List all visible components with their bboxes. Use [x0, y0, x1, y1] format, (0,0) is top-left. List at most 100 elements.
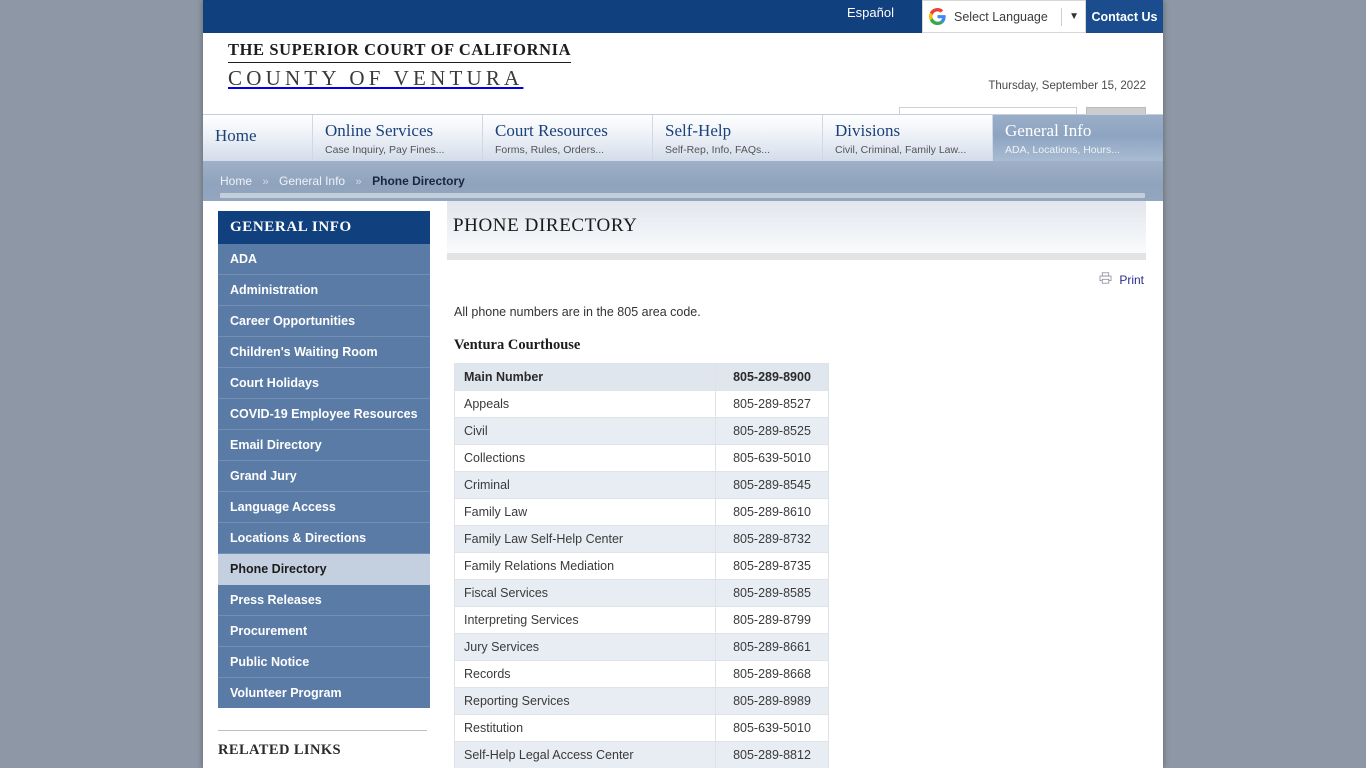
breadcrumb-rule [220, 193, 1145, 198]
table-cell-number: 805-639-5010 [715, 714, 829, 742]
table-row: Main Number 805-289-8900 [454, 363, 829, 391]
logo-line-1: THE SUPERIOR COURT OF CALIFORNIA [228, 40, 572, 63]
sidebar: GENERAL INFO ADA Administration Career O… [203, 201, 430, 768]
table-cell-number: 805-289-8585 [715, 579, 829, 607]
table-cell-number: 805-289-8812 [715, 741, 829, 768]
nav-title: Court Resources [495, 121, 608, 140]
page-title: PHONE DIRECTORY [453, 215, 638, 236]
nav-item-online-services[interactable]: Online Services Case Inquiry, Pay Fines.… [313, 115, 483, 161]
nav-subtitle: ADA, Locations, Hours... [1005, 144, 1120, 156]
sidebar-item-phone-directory[interactable]: Phone Directory [218, 554, 430, 585]
nav-item-self-help[interactable]: Self-Help Self-Rep, Info, FAQs... [653, 115, 823, 161]
table-row: Reporting Services 805-289-8989 [454, 687, 829, 715]
table-row: Fiscal Services 805-289-8585 [454, 579, 829, 607]
breadcrumb-separator: » [262, 176, 269, 188]
table-row: Family Relations Mediation 805-289-8735 [454, 552, 829, 580]
related-links-heading: RELATED LINKS [218, 730, 427, 768]
select-language-label: Select Language [954, 9, 1048, 24]
nav-title: General Info [1005, 121, 1092, 140]
title-divider [447, 253, 1146, 260]
table-row: Interpreting Services 805-289-8799 [454, 606, 829, 634]
nav-title: Divisions [835, 121, 901, 140]
nav-subtitle: Self-Rep, Info, FAQs... [665, 144, 771, 156]
sidebar-item-public-notice[interactable]: Public Notice [218, 647, 430, 678]
nav-title: Home [215, 126, 257, 145]
table-cell-label: Civil [454, 417, 716, 445]
table-cell-label: Interpreting Services [454, 606, 716, 634]
table-row: Civil 805-289-8525 [454, 417, 829, 445]
table-cell-label: Main Number [454, 363, 716, 391]
sidebar-item-language-access[interactable]: Language Access [218, 492, 430, 523]
sidebar-item-grand-jury[interactable]: Grand Jury [218, 461, 430, 492]
nav-item-divisions[interactable]: Divisions Civil, Criminal, Family Law... [823, 115, 993, 161]
table-cell-number: 805-289-8661 [715, 633, 829, 661]
table-row: Jury Services 805-289-8661 [454, 633, 829, 661]
table-cell-label: Collections [454, 444, 716, 472]
table-cell-label: Reporting Services [454, 687, 716, 715]
contact-us-button[interactable]: Contact Us [1086, 0, 1163, 33]
table-cell-number: 805-289-8989 [715, 687, 829, 715]
nav-item-court-resources[interactable]: Court Resources Forms, Rules, Orders... [483, 115, 653, 161]
sidebar-item-press-releases[interactable]: Press Releases [218, 585, 430, 616]
intro-text: All phone numbers are in the 805 area co… [454, 305, 701, 319]
nav-subtitle: Civil, Criminal, Family Law... [835, 144, 967, 156]
section-heading-ventura-courthouse: Ventura Courthouse [454, 337, 581, 353]
table-cell-number: 805-639-5010 [715, 444, 829, 472]
nav-subtitle: Forms, Rules, Orders... [495, 144, 605, 156]
divider [1061, 7, 1063, 26]
table-row: Records 805-289-8668 [454, 660, 829, 688]
table-row: Appeals 805-289-8527 [454, 390, 829, 418]
masthead: THE SUPERIOR COURT OF CALIFORNIA COUNTY … [203, 33, 1163, 135]
sidebar-item-covid-19-employee-resources[interactable]: COVID-19 Employee Resources [218, 399, 430, 430]
table-cell-number: 805-289-8735 [715, 552, 829, 580]
sidebar-heading: GENERAL INFO [218, 211, 430, 244]
related-links-section: RELATED LINKS Locations & Directions [218, 730, 430, 768]
sidebar-item-email-directory[interactable]: Email Directory [218, 430, 430, 461]
table-row: Collections 805-639-5010 [454, 444, 829, 472]
nav-item-general-info[interactable]: General Info ADA, Locations, Hours... [993, 115, 1163, 161]
sidebar-item-volunteer-program[interactable]: Volunteer Program [218, 678, 430, 708]
page-title-band: PHONE DIRECTORY [447, 201, 1146, 253]
table-cell-label: Family Law Self-Help Center [454, 525, 716, 553]
printer-icon [1099, 271, 1112, 289]
top-utility-bar: Español Select Language ▼ Contact Us [203, 0, 1163, 33]
main-navigation: Home Online Services Case Inquiry, Pay F… [203, 114, 1163, 161]
table-cell-number: 805-289-8610 [715, 498, 829, 526]
chevron-down-icon[interactable]: ▼ [1069, 11, 1079, 22]
breadcrumb-separator: » [355, 176, 362, 188]
breadcrumb-current: Phone Directory [372, 174, 465, 188]
table-row: Restitution 805-639-5010 [454, 714, 829, 742]
sidebar-item-ada[interactable]: ADA [218, 244, 430, 275]
sidebar-item-administration[interactable]: Administration [218, 275, 430, 306]
current-date: Thursday, September 15, 2022 [988, 80, 1146, 92]
table-cell-label: Jury Services [454, 633, 716, 661]
table-row: Criminal 805-289-8545 [454, 471, 829, 499]
sidebar-item-procurement[interactable]: Procurement [218, 616, 430, 647]
nav-subtitle: Case Inquiry, Pay Fines... [325, 144, 445, 156]
table-cell-label: Criminal [454, 471, 716, 499]
breadcrumb-item-home[interactable]: Home [220, 174, 252, 188]
print-link[interactable]: Print [1119, 273, 1144, 287]
breadcrumb-item-general-info[interactable]: General Info [279, 174, 345, 188]
sidebar-menu: ADA Administration Career Opportunities … [218, 244, 430, 708]
sidebar-item-career-opportunities[interactable]: Career Opportunities [218, 306, 430, 337]
phone-directory-table: Main Number 805-289-8900 Appeals 805-289… [454, 363, 829, 768]
table-cell-label: Records [454, 660, 716, 688]
sidebar-item-court-holidays[interactable]: Court Holidays [218, 368, 430, 399]
sidebar-item-locations-directions[interactable]: Locations & Directions [218, 523, 430, 554]
site-logo[interactable]: THE SUPERIOR COURT OF CALIFORNIA COUNTY … [228, 40, 572, 91]
nav-item-home[interactable]: Home [203, 115, 313, 161]
table-cell-number: 805-289-8545 [715, 471, 829, 499]
table-cell-label: Family Relations Mediation [454, 552, 716, 580]
sidebar-item-childrens-waiting-room[interactable]: Children's Waiting Room [218, 337, 430, 368]
table-cell-label: Family Law [454, 498, 716, 526]
espanol-link[interactable]: Español [847, 5, 894, 20]
breadcrumb: Home » General Info » Phone Directory [203, 161, 1163, 201]
google-translate-widget[interactable]: Select Language ▼ [922, 0, 1086, 33]
table-cell-label: Restitution [454, 714, 716, 742]
table-cell-number: 805-289-8668 [715, 660, 829, 688]
nav-title: Self-Help [665, 121, 732, 140]
body-columns: GENERAL INFO ADA Administration Career O… [203, 201, 1163, 768]
nav-title: Online Services [325, 121, 434, 140]
table-cell-label: Appeals [454, 390, 716, 418]
